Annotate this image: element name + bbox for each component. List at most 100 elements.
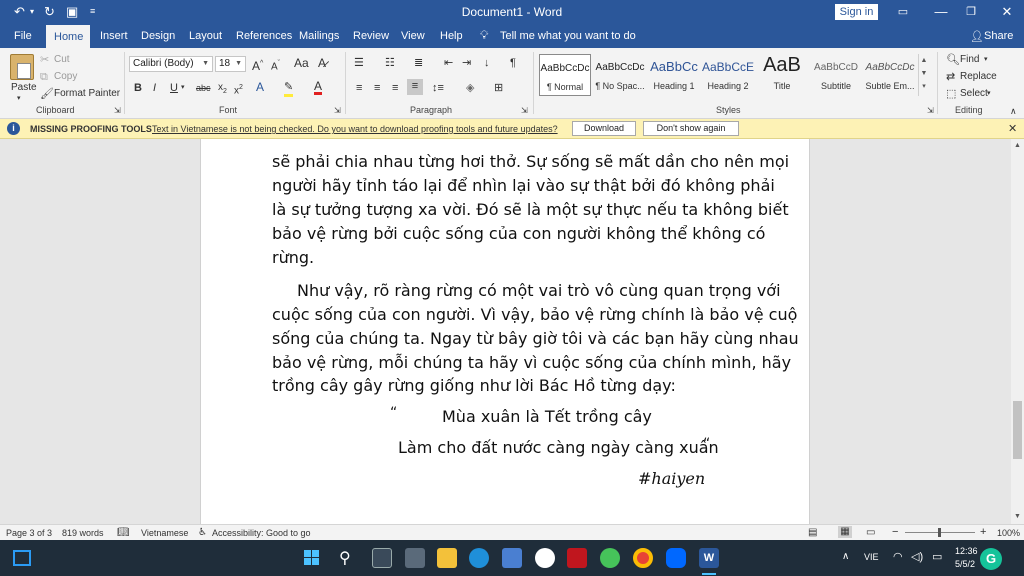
find-button[interactable]: Find — [960, 53, 979, 67]
font-launcher-icon[interactable]: ⇲ — [334, 104, 341, 118]
whatsapp-icon[interactable] — [600, 548, 620, 568]
align-left-icon[interactable]: ≡ — [356, 81, 362, 95]
style-no-spacing[interactable]: AaBbCcDc ¶ No Spac... — [594, 54, 646, 96]
scroll-up-icon[interactable]: ▲ — [1014, 142, 1021, 149]
styles-scroll[interactable]: ▲ ▼ ▾ — [918, 54, 929, 96]
format-painter-icon[interactable]: 🖌︎ — [40, 87, 54, 101]
tab-insert[interactable]: Insert — [100, 30, 128, 42]
superscript-icon[interactable]: x2 — [234, 81, 243, 98]
read-mode-icon[interactable]: ▤ — [808, 527, 817, 538]
bullets-icon[interactable]: ☰ — [354, 56, 364, 70]
input-language[interactable]: VIE — [864, 552, 879, 562]
paste-button[interactable]: Paste — [11, 82, 37, 93]
vertical-scrollbar[interactable]: ▲ ▼ — [1011, 139, 1024, 524]
italic-icon[interactable]: I — [153, 81, 156, 95]
underline-icon[interactable]: U — [170, 81, 178, 95]
copy-button[interactable]: Copy — [54, 70, 77, 84]
shading-icon[interactable]: ◈ — [466, 81, 474, 95]
paragraph-launcher-icon[interactable]: ⇲ — [521, 104, 528, 118]
collapse-ribbon-icon[interactable]: ∧ — [1010, 104, 1017, 118]
print-layout-icon[interactable]: ▦ — [838, 526, 852, 538]
restore-button[interactable]: ❐ — [956, 2, 986, 22]
strikethrough-icon[interactable]: abc — [196, 81, 211, 95]
start-icon[interactable] — [304, 550, 320, 566]
download-button[interactable]: Download — [572, 121, 636, 136]
paste-dropdown-icon[interactable]: ▾ — [17, 94, 21, 102]
proofing-icon[interactable]: 📖︎ — [117, 527, 130, 538]
align-right-icon[interactable]: ≡ — [392, 81, 398, 95]
document-page[interactable]: sẽ phải chia nhau từng hơi thở. Sự sống … — [200, 139, 810, 524]
decrease-indent-icon[interactable]: ⇤ — [444, 56, 453, 70]
select-icon[interactable]: ⬚ — [946, 87, 956, 101]
align-center-icon[interactable]: ≡ — [374, 81, 380, 95]
style-normal[interactable]: AaBbCcDc ¶ Normal — [539, 54, 591, 96]
borders-icon[interactable]: ⊞ — [494, 81, 503, 95]
widgets-icon[interactable] — [13, 550, 31, 566]
chat-icon[interactable] — [405, 548, 425, 568]
style-heading-2[interactable]: AaBbCcE Heading 2 — [702, 54, 754, 96]
grammarly-icon[interactable]: G — [980, 548, 1002, 570]
clock-date[interactable]: 5/5/2 — [955, 559, 975, 569]
show-hidden-icons[interactable]: ∧ — [842, 551, 849, 562]
tab-references[interactable]: References — [236, 30, 292, 42]
shrink-font-icon[interactable]: Aˇ — [271, 57, 280, 74]
lightbulb-icon[interactable]: 💡︎ — [480, 28, 488, 43]
file-explorer-icon[interactable] — [437, 548, 457, 568]
find-dropdown-icon[interactable]: ▾ — [984, 53, 988, 67]
tab-mailings[interactable]: Mailings — [299, 30, 339, 42]
tab-help[interactable]: Help — [440, 30, 463, 42]
zalo-icon[interactable] — [666, 548, 686, 568]
chrome-icon[interactable] — [633, 548, 653, 568]
clipboard-launcher-icon[interactable]: ⇲ — [114, 104, 121, 118]
sort-icon[interactable]: ↓ — [484, 56, 490, 70]
wifi-icon[interactable]: ◠ — [893, 550, 903, 563]
clock-time[interactable]: 12:36 — [955, 546, 978, 556]
zoom-in-icon[interactable]: + — [980, 526, 986, 538]
close-button[interactable]: ✕ — [992, 2, 1022, 22]
scroll-down-icon[interactable]: ▼ — [1014, 513, 1021, 520]
select-button[interactable]: Select — [960, 87, 988, 101]
increase-indent-icon[interactable]: ⇥ — [462, 56, 471, 70]
cut-icon[interactable]: ✂ — [40, 53, 49, 67]
search-icon[interactable]: 🔍︎ — [946, 53, 960, 67]
styles-launcher-icon[interactable]: ⇲ — [927, 104, 934, 118]
dont-show-again-button[interactable]: Don't show again — [643, 121, 739, 136]
tab-review[interactable]: Review — [353, 30, 389, 42]
sign-in-button[interactable]: Sign in — [835, 4, 878, 20]
zoom-level[interactable]: 100% — [997, 528, 1020, 538]
paste-icon[interactable] — [10, 54, 34, 80]
accessibility-icon[interactable]: ♿︎ — [198, 527, 207, 538]
share-button[interactable]: Share — [984, 30, 1013, 42]
page-count[interactable]: Page 3 of 3 — [6, 528, 52, 538]
change-case-icon[interactable]: Aa — [294, 56, 309, 70]
task-view-icon[interactable] — [372, 548, 392, 568]
search-icon[interactable]: ⚲ — [339, 548, 351, 568]
tab-view[interactable]: View — [401, 30, 425, 42]
word-icon[interactable]: W — [699, 548, 719, 568]
web-layout-icon[interactable]: ▭ — [866, 527, 875, 538]
replace-icon[interactable]: ⇄ — [946, 70, 955, 84]
multilevel-list-icon[interactable]: ≣ — [414, 56, 423, 70]
ribbon-display-options-icon[interactable]: ▭ — [888, 2, 918, 22]
select-dropdown-icon[interactable]: ▾ — [987, 87, 991, 101]
zoom-slider-thumb[interactable] — [938, 528, 941, 537]
message-link[interactable]: Text in Vietnamese is not being checked.… — [152, 124, 558, 134]
bold-icon[interactable]: B — [134, 81, 142, 95]
underline-dropdown-icon[interactable]: ▾ — [181, 81, 185, 95]
text-effects-icon[interactable]: A — [256, 80, 264, 94]
style-subtle-emphasis[interactable]: AaBbCcDc Subtle Em... — [864, 54, 916, 96]
tab-home[interactable]: Home — [46, 25, 90, 48]
style-heading-1[interactable]: AaBbCc Heading 1 — [648, 54, 700, 96]
share-icon[interactable]: 👤︎ — [970, 30, 984, 43]
volume-icon[interactable]: ◁) — [911, 550, 923, 563]
font-size-select[interactable]: 18 ▼ — [215, 56, 246, 72]
language-status[interactable]: Vietnamese — [141, 528, 188, 538]
mcafee-icon[interactable] — [567, 548, 587, 568]
store-icon[interactable] — [502, 548, 522, 568]
numbering-icon[interactable]: ☷ — [385, 56, 395, 70]
accessibility-status[interactable]: Accessibility: Good to go — [212, 528, 311, 538]
font-family-select[interactable]: Calibri (Body) ▼ — [129, 56, 213, 72]
font-color-icon[interactable]: A — [314, 80, 323, 95]
style-subtitle[interactable]: AaBbCcD Subtitle — [810, 54, 862, 96]
edge-icon[interactable] — [469, 548, 489, 568]
